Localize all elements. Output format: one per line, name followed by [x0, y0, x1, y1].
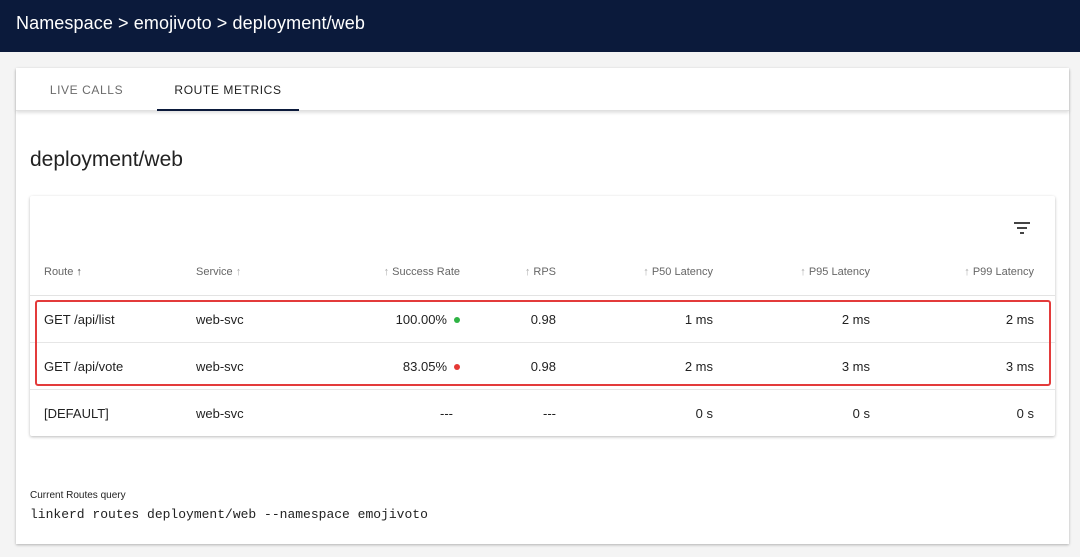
tab-bar: LIVE CALLS ROUTE METRICS — [16, 68, 1069, 111]
filter-button[interactable] — [1004, 210, 1040, 246]
p99-cell: 0 s — [1016, 406, 1034, 421]
table-row[interactable]: [DEFAULT] web-svc --- --- 0 s 0 s 0 s — [30, 390, 1055, 437]
service-cell[interactable]: web-svc — [196, 312, 244, 327]
success-rate-cell: 83.05% — [403, 359, 460, 374]
p50-cell: 2 ms — [684, 359, 713, 374]
table-row[interactable]: GET /api/list web-svc 100.00% 0.98 1 ms … — [30, 296, 1055, 343]
sort-arrow-icon: ↑ — [800, 266, 806, 278]
column-header-p99-label: P99 Latency — [972, 266, 1034, 278]
success-rate-value: 83.05% — [402, 359, 447, 374]
route-cell: GET /api/list — [44, 312, 115, 327]
service-link[interactable]: web-svc — [196, 312, 244, 327]
service-cell[interactable]: web-svc — [196, 406, 244, 421]
p50-cell: 0 s — [695, 406, 713, 421]
main-panel: LIVE CALLS ROUTE METRICS deployment/web … — [16, 68, 1069, 544]
service-link[interactable]: web-svc — [196, 359, 244, 374]
rps-cell: 0.98 — [530, 312, 556, 327]
column-header-p50-label: P50 Latency — [651, 266, 713, 278]
success-rate-value: 100.00% — [395, 312, 447, 327]
success-rate-cell: 100.00% — [396, 312, 460, 327]
success-rate-cell: --- — [440, 406, 453, 421]
status-dot-icon — [454, 363, 460, 370]
column-header-success-rate-label: Success Rate — [392, 266, 460, 278]
sort-arrow-icon: ↑ — [524, 266, 531, 278]
rps-cell: 0.98 — [530, 359, 556, 374]
sort-arrow-icon: ↑ — [964, 266, 970, 278]
active-tab-indicator — [157, 109, 299, 111]
route-cell: GET /api/vote — [44, 359, 124, 374]
route-cell: [DEFAULT] — [44, 406, 109, 421]
service-cell[interactable]: web-svc — [196, 359, 244, 374]
p99-cell: 2 ms — [1005, 312, 1034, 327]
query-label: Current Routes query — [30, 490, 126, 501]
p95-cell: 0 s — [852, 406, 870, 421]
p95-cell: 3 ms — [841, 359, 870, 374]
column-header-p95-latency[interactable]: ↑ P95 Latency — [800, 266, 870, 278]
column-header-rps-label: RPS — [533, 266, 556, 278]
rps-cell: --- — [543, 406, 556, 421]
route-metrics-table: Route ↑ Service ↑ ↑ Success Rate ↑ RPS ↑… — [30, 196, 1055, 436]
column-header-service-label: Service — [196, 266, 233, 278]
tab-route-metrics[interactable]: ROUTE METRICS — [157, 68, 299, 111]
breadcrumb[interactable]: Namespace > emojivoto > deployment/web — [16, 13, 365, 33]
query-command: linkerd routes deployment/web --namespac… — [30, 507, 428, 522]
sort-arrow-icon: ↑ — [643, 266, 649, 278]
table-row[interactable]: GET /api/vote web-svc 83.05% 0.98 2 ms 3… — [30, 343, 1055, 390]
top-app-bar: Namespace > emojivoto > deployment/web — [0, 0, 1080, 52]
sort-arrow-icon: ↑ — [383, 266, 390, 278]
sort-ascending-icon: ↑ — [76, 266, 82, 278]
column-header-p50-latency[interactable]: ↑ P50 Latency — [643, 266, 713, 278]
column-header-rps[interactable]: ↑ RPS — [525, 266, 556, 278]
column-header-route-label: Route — [44, 266, 74, 278]
column-header-service[interactable]: Service ↑ — [196, 266, 241, 278]
tab-route-metrics-label: ROUTE METRICS — [174, 82, 282, 97]
column-header-route[interactable]: Route ↑ — [44, 266, 82, 278]
tab-live-calls[interactable]: LIVE CALLS — [16, 68, 157, 111]
column-header-p95-label: P95 Latency — [808, 266, 870, 278]
column-header-success-rate[interactable]: ↑ Success Rate — [384, 266, 460, 278]
tab-live-calls-label: LIVE CALLS — [49, 82, 124, 97]
sort-arrow-icon: ↑ — [235, 266, 242, 278]
status-dot-icon — [454, 316, 460, 323]
column-header-p99-latency[interactable]: ↑ P99 Latency — [964, 266, 1034, 278]
p50-cell: 1 ms — [684, 312, 713, 327]
service-link[interactable]: web-svc — [196, 406, 244, 421]
page-title: deployment/web — [30, 148, 183, 171]
filter-list-icon — [1014, 222, 1030, 234]
p99-cell: 3 ms — [1005, 359, 1034, 374]
p95-cell: 2 ms — [841, 312, 870, 327]
